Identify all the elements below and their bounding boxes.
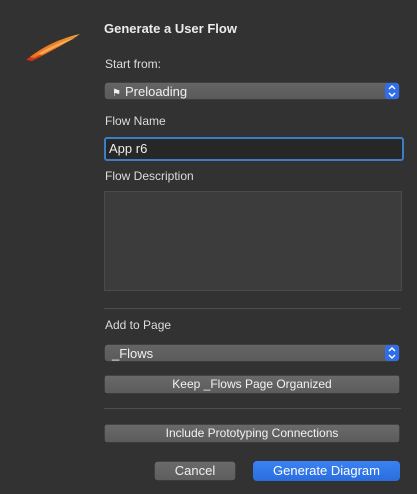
separator — [104, 408, 401, 409]
include-prototyping-connections-button[interactable]: Include Prototyping Connections — [104, 424, 400, 443]
separator — [104, 308, 401, 309]
flow-name-value: App r6 — [109, 141, 148, 156]
start-from-popup[interactable]: ⚑ Preloading — [104, 82, 400, 100]
flow-name-input[interactable]: App r6 — [104, 137, 404, 161]
chevron-updown-icon — [385, 345, 399, 361]
generate-diagram-button[interactable]: Generate Diagram — [253, 461, 400, 481]
start-from-label: Start from: — [105, 57, 162, 71]
add-to-page-popup[interactable]: _Flows — [104, 344, 400, 362]
add-to-page-label: Add to Page — [105, 318, 172, 332]
add-to-page-value: _Flows — [112, 346, 154, 361]
chevron-updown-icon — [385, 83, 399, 99]
keep-flows-organized-button[interactable]: Keep _Flows Page Organized — [104, 375, 400, 394]
flow-description-textarea[interactable] — [104, 191, 402, 291]
start-from-value: Preloading — [124, 84, 188, 99]
cancel-button[interactable]: Cancel — [154, 461, 236, 481]
flow-description-label: Flow Description — [105, 169, 194, 183]
dialog-title: Generate a User Flow — [104, 21, 237, 36]
flow-name-label: Flow Name — [105, 114, 166, 128]
sketch-swoosh-logo — [26, 34, 80, 61]
flag-icon: ⚑ — [112, 88, 121, 99]
